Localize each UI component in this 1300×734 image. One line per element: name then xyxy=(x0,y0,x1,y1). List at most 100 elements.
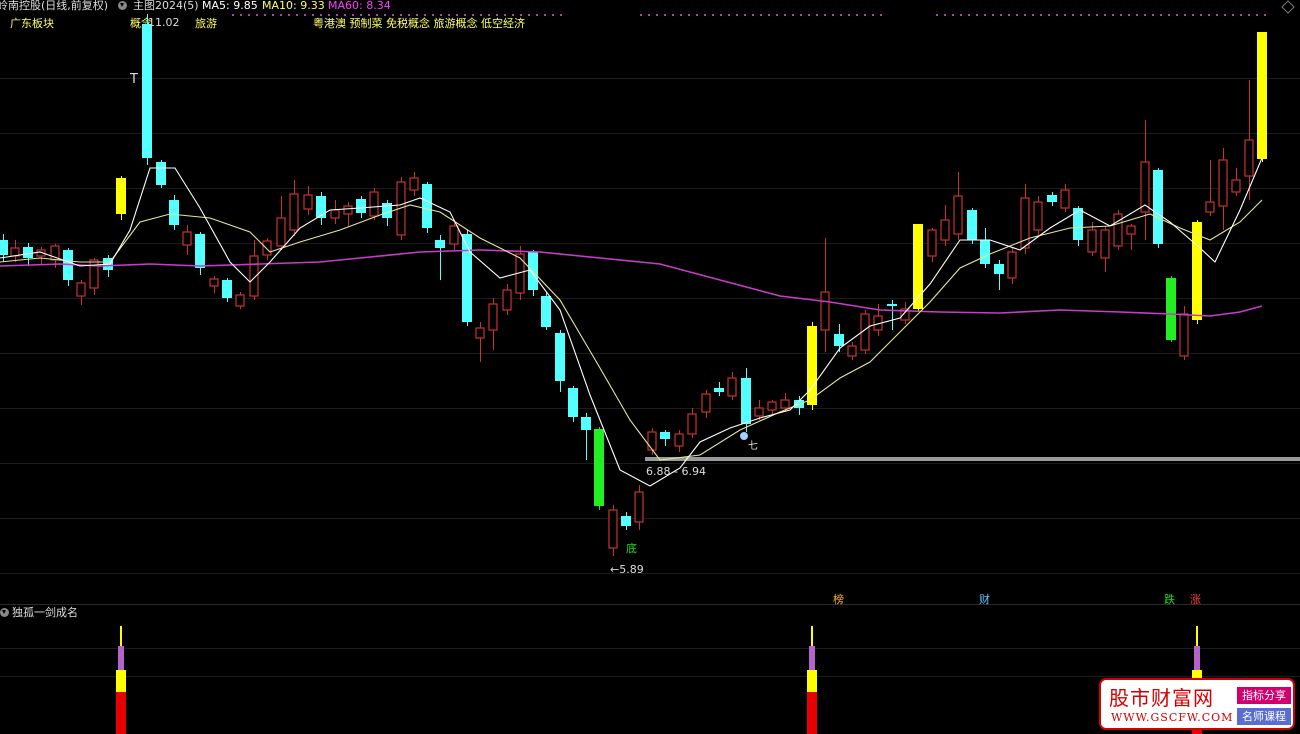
header-dot xyxy=(1184,14,1186,16)
header-dot xyxy=(808,14,810,16)
candle-body xyxy=(1166,278,1176,340)
header-dot xyxy=(320,14,322,16)
header-dot xyxy=(736,14,738,16)
header-dot xyxy=(1072,14,1074,16)
header-dot xyxy=(1168,14,1170,16)
candle-body xyxy=(887,304,897,306)
sub-indicator-bars xyxy=(116,626,1202,734)
header-dot xyxy=(672,14,674,16)
candle-body xyxy=(807,326,817,405)
header-dot xyxy=(752,14,754,16)
header-dot xyxy=(1176,14,1178,16)
candle-body xyxy=(276,217,286,247)
candle-body xyxy=(541,296,551,327)
high-price-label: 11.02 xyxy=(148,16,180,29)
header-dot xyxy=(872,14,874,16)
header-dot xyxy=(760,14,762,16)
header-dot xyxy=(1248,14,1250,16)
header-dot xyxy=(544,14,546,16)
header-dot xyxy=(720,14,722,16)
header-dot xyxy=(488,14,490,16)
header-dot xyxy=(1016,14,1018,16)
header-dot xyxy=(560,14,562,16)
header-dot xyxy=(280,14,282,16)
header-dot xyxy=(456,14,458,16)
header-dot xyxy=(648,14,650,16)
candle-body xyxy=(262,240,272,256)
candle-body xyxy=(940,219,950,241)
sub-bar-mid xyxy=(118,646,124,672)
watermark-logo: 股市财富网 WWW.GSCFW.COM 指标分享 名师课程 xyxy=(1099,678,1295,730)
header-dot xyxy=(968,14,970,16)
header-dot xyxy=(1024,14,1026,16)
candle-body xyxy=(727,377,737,397)
sub-bar-line xyxy=(1196,626,1198,648)
candle-body xyxy=(303,194,313,210)
header-dot xyxy=(360,14,362,16)
candlestick-chart[interactable] xyxy=(0,0,1300,734)
scroll-arrow-icon[interactable] xyxy=(1281,0,1295,14)
header-dot xyxy=(784,14,786,16)
sub-panel-header[interactable]: 独孤一剑成名 xyxy=(0,606,78,620)
candle-body xyxy=(660,432,670,439)
candle-body xyxy=(209,278,219,287)
header-dot xyxy=(552,14,554,16)
header-dot xyxy=(704,14,706,16)
candle-body xyxy=(581,417,591,430)
header-dot xyxy=(992,14,994,16)
candle-body xyxy=(156,162,166,185)
header-dot xyxy=(312,14,314,16)
candle-body xyxy=(1231,179,1241,193)
signal-bang: 榜 xyxy=(833,593,844,606)
candle-body xyxy=(369,191,379,217)
candle-body xyxy=(422,184,432,228)
header-dot xyxy=(1048,14,1050,16)
header-dot xyxy=(272,14,274,16)
header-dot xyxy=(1104,14,1106,16)
header-dot xyxy=(1088,14,1090,16)
candle-body xyxy=(1100,229,1110,259)
header-dot xyxy=(440,14,442,16)
header-dot xyxy=(1008,14,1010,16)
sub-panel-title: 独孤一剑成名 xyxy=(12,606,78,619)
header-dot xyxy=(1064,14,1066,16)
marker-t: T xyxy=(130,72,138,87)
header-dot xyxy=(296,14,298,16)
header-dot xyxy=(864,14,866,16)
header-dot xyxy=(1136,14,1138,16)
header-dot xyxy=(432,14,434,16)
candle-body xyxy=(249,255,259,297)
candle-body xyxy=(502,289,512,311)
header-dot xyxy=(936,14,938,16)
candle-body xyxy=(767,401,777,411)
header-dot xyxy=(1152,14,1154,16)
header-dot xyxy=(448,14,450,16)
sub-indicator-dropdown-icon[interactable] xyxy=(0,608,9,617)
header-dot xyxy=(1032,14,1034,16)
candle-body xyxy=(89,259,99,289)
candle-body xyxy=(927,229,937,257)
header-dot xyxy=(256,14,258,16)
header-dot xyxy=(712,14,714,16)
range-label: 6.88 - 6.94 xyxy=(646,465,706,478)
signal-dot xyxy=(740,432,748,440)
header-dot xyxy=(840,14,842,16)
sub-bar-red xyxy=(116,692,126,734)
candle-body xyxy=(1087,229,1097,253)
header-dot xyxy=(1120,14,1122,16)
header-dot xyxy=(464,14,466,16)
sub-bar-line xyxy=(120,626,122,648)
header-dot xyxy=(688,14,690,16)
header-dot xyxy=(528,14,530,16)
candle-body xyxy=(674,433,684,447)
header-dot xyxy=(856,14,858,16)
candle-body xyxy=(647,431,657,451)
header-dot xyxy=(656,14,658,16)
header-dots xyxy=(232,14,1266,16)
header-dot xyxy=(848,14,850,16)
ma5-line xyxy=(0,157,1263,487)
header-dot xyxy=(504,14,506,16)
header-dot xyxy=(1208,14,1210,16)
low-price-label: ←5.89 xyxy=(610,563,644,576)
signal-qi: 七 xyxy=(748,441,758,452)
